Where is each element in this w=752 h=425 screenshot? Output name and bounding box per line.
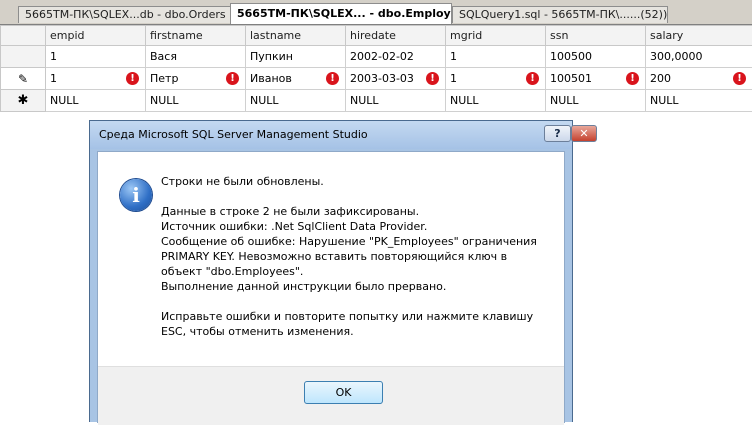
grid-cell[interactable]: Пупкин <box>246 46 346 68</box>
dialog-footer: OK <box>98 366 564 425</box>
message-line: Исправьте ошибки и повторите попытку или… <box>161 309 556 324</box>
message-line: объект "dbo.Employees". <box>161 264 556 279</box>
tab-orders[interactable]: 5665TM-ПК\SQLEX...db - dbo.Orders <box>18 6 232 23</box>
table-row: 1 Вася Пупкин 2002-02-02 1 100500 300,00… <box>1 46 752 68</box>
grid-cell[interactable]: NULL <box>246 90 346 112</box>
column-header-salary[interactable]: salary <box>646 26 752 46</box>
error-icon: ! <box>733 72 746 85</box>
tab-employees[interactable]: 5665TM-ПК\SQLEX... - dbo.Employees <box>230 3 452 24</box>
grid-cell[interactable]: NULL <box>646 90 752 112</box>
new-row-icon: ✱ <box>18 93 29 108</box>
grid-cell[interactable]: NULL <box>146 90 246 112</box>
grid-cell[interactable]: 100500 <box>546 46 646 68</box>
table-row-new: ✱ NULL NULL NULL NULL NULL NULL NULL <box>1 90 752 112</box>
column-header-ssn[interactable]: ssn <box>546 26 646 46</box>
close-button[interactable]: ✕ <box>571 125 597 142</box>
grid-corner[interactable] <box>1 26 46 46</box>
grid-cell-error[interactable]: Петр! <box>146 68 246 90</box>
column-header-firstname[interactable]: firstname <box>146 26 246 46</box>
grid-cell[interactable]: NULL <box>546 90 646 112</box>
cell-value: Иванов <box>250 72 292 85</box>
grid-cell-error[interactable]: 1! <box>46 68 146 90</box>
message-line: Источник ошибки: .Net SqlClient Data Pro… <box>161 219 556 234</box>
column-header-hiredate[interactable]: hiredate <box>346 26 446 46</box>
dialog-titlebar[interactable]: Среда Microsoft SQL Server Management St… <box>90 121 572 149</box>
help-button[interactable]: ? <box>544 125 571 142</box>
grid-cell[interactable]: Вася <box>146 46 246 68</box>
cell-value: 2003-03-03 <box>350 72 414 85</box>
error-dialog: Среда Microsoft SQL Server Management St… <box>89 120 573 422</box>
info-icon: i <box>120 179 152 211</box>
grid-cell[interactable]: 1 <box>446 46 546 68</box>
column-header-lastname[interactable]: lastname <box>246 26 346 46</box>
cell-value: 1 <box>50 72 57 85</box>
message-line: Сообщение об ошибке: Нарушение "PK_Emplo… <box>161 234 556 249</box>
error-icon: ! <box>126 72 139 85</box>
grid-cell-error[interactable]: 100501! <box>546 68 646 90</box>
grid-cell[interactable]: NULL <box>346 90 446 112</box>
table-row-editing: ✎ 1! Петр! Иванов! 2003-03-03! 1! 100501… <box>1 68 752 90</box>
grid-cell[interactable]: 300,0000 <box>646 46 752 68</box>
dialog-title: Среда Microsoft SQL Server Management St… <box>99 128 368 141</box>
grid-cell[interactable]: 2002-02-02 <box>346 46 446 68</box>
message-line: Строки не были обновлены. <box>161 174 556 189</box>
grid-cell[interactable]: NULL <box>46 90 146 112</box>
error-icon: ! <box>526 72 539 85</box>
row-header-editing[interactable]: ✎ <box>1 68 46 90</box>
cell-value: 200 <box>650 72 671 85</box>
message-line: PRIMARY KEY. Невозможно вставить повторя… <box>161 249 556 264</box>
grid-cell-error-selected[interactable]: 200! <box>646 68 752 90</box>
message-line: Выполнение данной инструкции было прерва… <box>161 279 556 294</box>
cell-value: 100501 <box>550 72 592 85</box>
grid-header-row: empid firstname lastname hiredate mgrid … <box>1 26 752 46</box>
cell-value: 1 <box>450 72 457 85</box>
column-header-empid[interactable]: empid <box>46 26 146 46</box>
error-icon: ! <box>226 72 239 85</box>
grid-cell[interactable]: 1 <box>46 46 146 68</box>
error-icon: ! <box>426 72 439 85</box>
column-header-mgrid[interactable]: mgrid <box>446 26 546 46</box>
cell-value: Петр <box>150 72 178 85</box>
grid-cell[interactable]: NULL <box>446 90 546 112</box>
document-tab-strip: 5665TM-ПК\SQLEX...db - dbo.Orders SQLQue… <box>0 0 752 25</box>
row-header-new[interactable]: ✱ <box>1 90 46 112</box>
pencil-icon: ✎ <box>18 72 28 86</box>
grid-cell-error[interactable]: Иванов! <box>246 68 346 90</box>
dialog-body: i Строки не были обновлены. Данные в стр… <box>97 151 565 423</box>
message-line: ESC, чтобы отменить изменения. <box>161 324 556 339</box>
ok-button[interactable]: OK <box>304 381 383 404</box>
grid-cell-error[interactable]: 2003-03-03! <box>346 68 446 90</box>
tab-sqlquery1[interactable]: SQLQuery1.sql - 5665TM-ПК\......(52)) <box>452 6 668 23</box>
message-line: Данные в строке 2 не были зафиксированы. <box>161 204 556 219</box>
grid-cell-error[interactable]: 1! <box>446 68 546 90</box>
dialog-message: Строки не были обновлены. Данные в строк… <box>161 174 556 339</box>
row-header[interactable] <box>1 46 46 68</box>
results-grid: empid firstname lastname hiredate mgrid … <box>0 25 752 112</box>
error-icon: ! <box>326 72 339 85</box>
error-icon: ! <box>626 72 639 85</box>
